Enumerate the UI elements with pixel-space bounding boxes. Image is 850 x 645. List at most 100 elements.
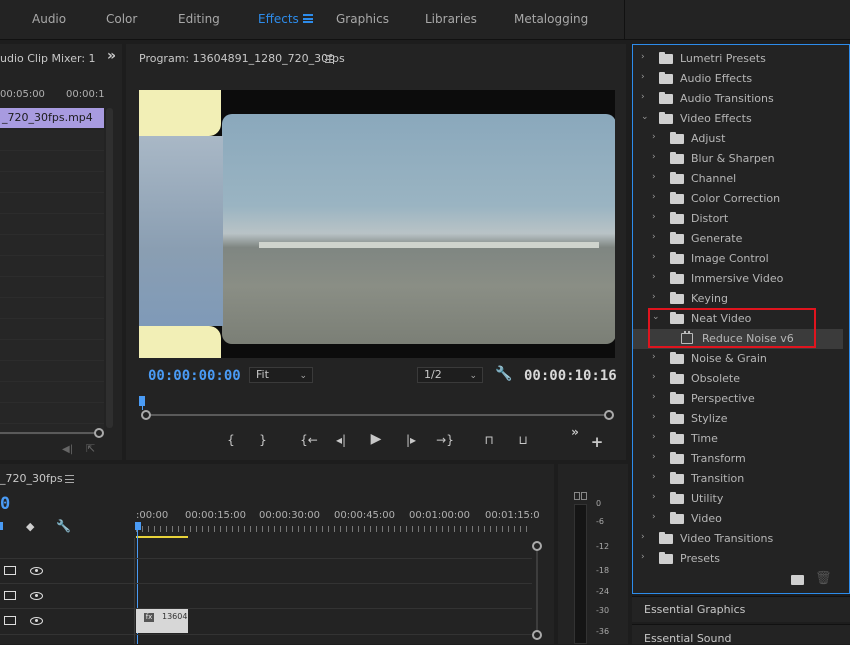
effects-tree-item[interactable]: › Transform bbox=[633, 449, 843, 469]
timeline-scrollbar[interactable] bbox=[536, 550, 538, 640]
effects-tree-item[interactable]: › Transition bbox=[633, 469, 843, 489]
mixer-speaker-icon[interactable]: ◀| bbox=[62, 444, 73, 455]
timeline-clip[interactable]: fx 13604 bbox=[136, 609, 188, 633]
new-bin-folder-icon[interactable] bbox=[791, 575, 804, 585]
effects-tree-item[interactable]: › Perspective bbox=[633, 389, 843, 409]
effects-tree-item[interactable]: › Distort bbox=[633, 209, 843, 229]
work-area-bar[interactable] bbox=[136, 536, 188, 538]
chevron-right-icon[interactable]: › bbox=[652, 352, 656, 362]
eye-icon[interactable] bbox=[30, 567, 43, 575]
mark-out-button[interactable]: } bbox=[254, 432, 272, 448]
chevron-right-icon[interactable]: › bbox=[652, 132, 656, 142]
mixer-zoom-bar[interactable] bbox=[0, 432, 98, 434]
effects-tree-item[interactable]: › Color Correction bbox=[633, 189, 843, 209]
go-to-out-button[interactable]: →} bbox=[434, 432, 456, 448]
effects-tree-item[interactable]: ⌄ Video Effects bbox=[633, 109, 843, 129]
chevron-right-icon[interactable]: › bbox=[652, 372, 656, 382]
effects-tree-item[interactable]: › Lumetri Presets bbox=[633, 49, 843, 69]
panel-overflow-icon[interactable]: » bbox=[107, 48, 116, 64]
eye-icon[interactable] bbox=[30, 617, 43, 625]
effects-tree-item[interactable]: › Utility bbox=[633, 489, 843, 509]
workspace-tab-graphics[interactable]: Graphics bbox=[336, 12, 389, 26]
effects-tree-item[interactable]: › Channel bbox=[633, 169, 843, 189]
program-current-timecode[interactable]: 00:00:00:00 bbox=[148, 368, 241, 384]
workspace-tab-libraries[interactable]: Libraries bbox=[425, 12, 477, 26]
step-back-button[interactable]: ◂| bbox=[332, 432, 350, 448]
chevron-right-icon[interactable]: › bbox=[652, 432, 656, 442]
toggle-sync-lock-icon[interactable] bbox=[4, 591, 16, 600]
mixer-scrollbar[interactable] bbox=[106, 108, 113, 428]
chevron-right-icon[interactable]: › bbox=[652, 172, 656, 182]
effects-tree-item[interactable]: › Image Control bbox=[633, 249, 843, 269]
step-forward-button[interactable]: |▸ bbox=[402, 432, 420, 448]
chevron-right-icon[interactable]: › bbox=[641, 552, 645, 562]
fit-dropdown[interactable]: Fit ⌄ bbox=[249, 367, 313, 383]
timeline-menu-icon[interactable] bbox=[65, 475, 74, 483]
chevron-right-icon[interactable]: › bbox=[652, 252, 656, 262]
effects-tree-item[interactable]: › Video Transitions bbox=[633, 529, 843, 549]
chevron-right-icon[interactable]: › bbox=[652, 472, 656, 482]
audio-clip-mixer-title[interactable]: udio Clip Mixer: 1 bbox=[0, 52, 96, 65]
toggle-sync-lock-icon[interactable] bbox=[4, 616, 16, 625]
effects-tree-item[interactable]: › Keying bbox=[633, 289, 843, 309]
essential-sound-panel[interactable]: Essential Sound bbox=[632, 624, 850, 645]
chevron-right-icon[interactable]: › bbox=[652, 392, 656, 402]
effects-tree-item[interactable]: › Stylize bbox=[633, 409, 843, 429]
mixer-clip[interactable]: _720_30fps.mp4 bbox=[0, 108, 104, 128]
play-button[interactable]: ▶ bbox=[367, 431, 385, 447]
chevron-right-icon[interactable]: › bbox=[641, 532, 645, 542]
chevron-right-icon[interactable]: › bbox=[652, 492, 656, 502]
chevron-down-icon[interactable]: ⌄ bbox=[641, 112, 649, 122]
wrench-icon[interactable]: 🔧 bbox=[495, 366, 512, 382]
trash-icon[interactable]: 🗑 bbox=[815, 571, 832, 586]
chevron-right-icon[interactable]: › bbox=[652, 152, 656, 162]
workspace-tab-editing[interactable]: Editing bbox=[178, 12, 220, 26]
lift-button[interactable]: ⊓ bbox=[480, 432, 498, 448]
essential-graphics-tab[interactable]: Essential Graphics bbox=[644, 603, 745, 616]
timeline-wrench-icon[interactable]: 🔧 bbox=[56, 519, 71, 533]
effects-tree-item[interactable]: › Obsolete bbox=[633, 369, 843, 389]
effects-tree-item[interactable]: › Audio Effects bbox=[633, 69, 843, 89]
essential-sound-tab[interactable]: Essential Sound bbox=[644, 632, 731, 645]
chevron-right-icon[interactable]: › bbox=[652, 512, 656, 522]
effects-tree-item[interactable]: › Audio Transitions bbox=[633, 89, 843, 109]
timeline-timecode[interactable]: 0 bbox=[0, 494, 10, 514]
workspace-menu-icon[interactable] bbox=[303, 14, 313, 23]
chevron-right-icon[interactable]: › bbox=[652, 212, 656, 222]
timeline-title[interactable]: _720_30fps bbox=[0, 472, 63, 485]
button-editor-more-icon[interactable]: » bbox=[566, 424, 584, 440]
chevron-right-icon[interactable]: › bbox=[641, 92, 645, 102]
eye-icon[interactable] bbox=[30, 592, 43, 600]
chevron-right-icon[interactable]: › bbox=[652, 412, 656, 422]
meter-solo-left[interactable] bbox=[574, 492, 580, 500]
program-zoom-handle-left[interactable] bbox=[141, 410, 151, 420]
effects-tree-item[interactable]: › Blur & Sharpen bbox=[633, 149, 843, 169]
workspace-tab-color[interactable]: Color bbox=[106, 12, 137, 26]
effects-tree-item[interactable]: › Presets bbox=[633, 549, 843, 569]
workspace-tab-effects[interactable]: Effects bbox=[258, 12, 299, 26]
snap-icon[interactable] bbox=[0, 522, 3, 530]
effects-tree-item[interactable]: › Time bbox=[633, 429, 843, 449]
chevron-right-icon[interactable]: › bbox=[641, 72, 645, 82]
chevron-right-icon[interactable]: › bbox=[652, 272, 656, 282]
workspace-tab-audio[interactable]: Audio bbox=[32, 12, 66, 26]
effects-tree-item[interactable]: › Generate bbox=[633, 229, 843, 249]
resolution-dropdown[interactable]: 1/2 ⌄ bbox=[417, 367, 483, 383]
essential-graphics-panel[interactable]: Essential Graphics bbox=[632, 596, 850, 622]
go-to-in-button[interactable]: {← bbox=[298, 432, 320, 448]
extract-button[interactable]: ⊔ bbox=[514, 432, 532, 448]
workspace-tab-metalogging[interactable]: Metalogging bbox=[514, 12, 588, 26]
chevron-right-icon[interactable]: › bbox=[652, 192, 656, 202]
effects-tree-item[interactable]: › Noise & Grain bbox=[633, 349, 843, 369]
chevron-right-icon[interactable]: › bbox=[652, 452, 656, 462]
chevron-right-icon[interactable]: › bbox=[652, 232, 656, 242]
toggle-sync-lock-icon[interactable] bbox=[4, 566, 16, 575]
program-monitor-menu-icon[interactable] bbox=[325, 55, 334, 63]
mixer-zoom-handle[interactable] bbox=[94, 428, 104, 438]
marker-icon[interactable]: ◆ bbox=[26, 520, 34, 533]
effects-tree-item[interactable]: › Video bbox=[633, 509, 843, 529]
timeline-scroll-handle-bottom[interactable] bbox=[532, 630, 542, 640]
effects-tree-item[interactable]: › Adjust bbox=[633, 129, 843, 149]
add-button[interactable]: + bbox=[588, 434, 606, 450]
effects-tree-item[interactable]: › Immersive Video bbox=[633, 269, 843, 289]
